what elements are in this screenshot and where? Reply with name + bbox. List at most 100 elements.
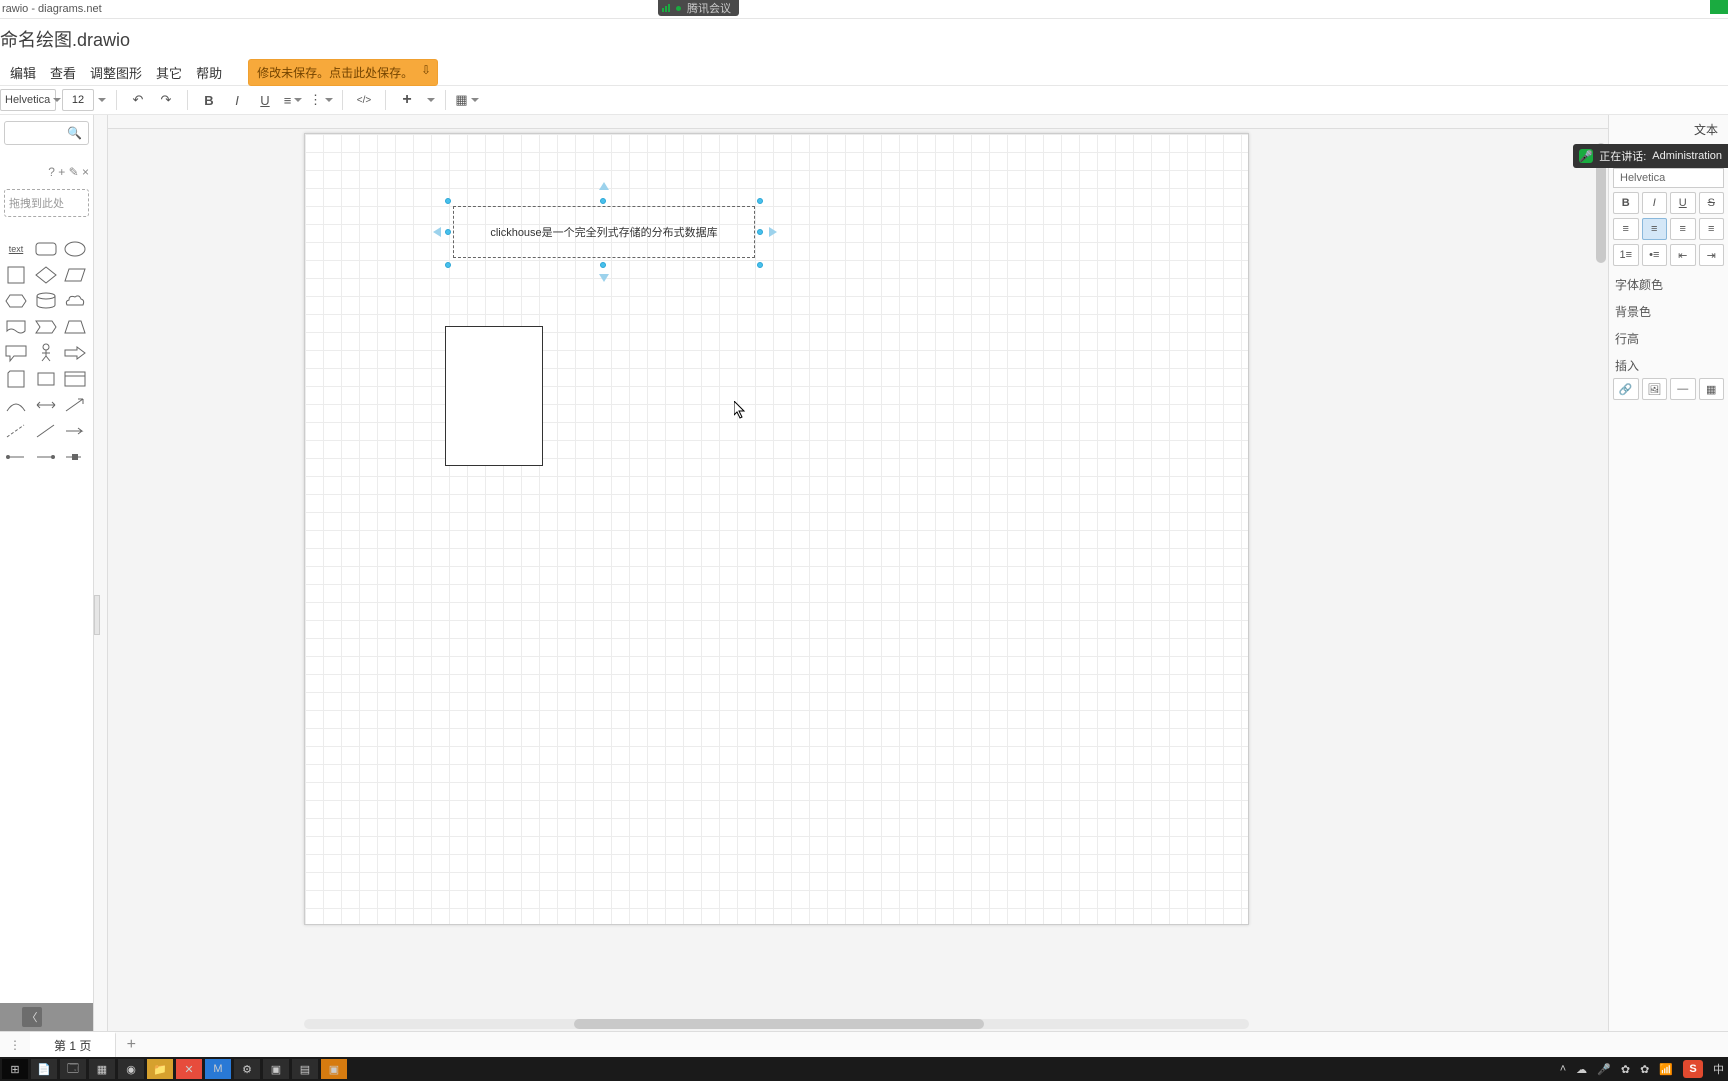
selection-handle[interactable]	[445, 229, 451, 235]
shape-hexagon[interactable]	[4, 291, 28, 311]
tray-icon[interactable]: ✿	[1621, 1063, 1630, 1076]
ordered-list-button[interactable]: 1≡	[1613, 244, 1639, 266]
shape-dashed-line[interactable]	[4, 421, 28, 441]
font-color-label[interactable]: 字体颜色	[1615, 276, 1724, 293]
font-family-select-right[interactable]: Helvetica	[1613, 168, 1724, 188]
canvas-area[interactable]: clickhouse是一个完全列式存储的分布式数据库	[94, 115, 1608, 1031]
underline-button[interactable]: U	[254, 89, 276, 111]
list-button[interactable]: ⋮	[310, 89, 332, 111]
connect-arrow-left-icon[interactable]	[433, 227, 441, 237]
add-caret-icon[interactable]	[427, 98, 435, 102]
add-button[interactable]: +	[396, 89, 418, 111]
shape-curve[interactable]	[4, 395, 28, 415]
undo-button[interactable]: ↶	[127, 89, 149, 111]
shape-document[interactable]	[4, 317, 28, 337]
selection-handle[interactable]	[600, 198, 606, 204]
italic-button-right[interactable]: I	[1642, 192, 1668, 214]
shape-arrow-right[interactable]	[63, 421, 87, 441]
shape-ellipse[interactable]	[63, 239, 87, 259]
tray-icon[interactable]: ☁	[1576, 1063, 1587, 1076]
bold-button-right[interactable]: B	[1613, 192, 1639, 214]
selection-handle[interactable]	[757, 229, 763, 235]
taskbar-app[interactable]: ▣	[263, 1059, 289, 1079]
menu-format[interactable]: 调整图形	[90, 63, 142, 82]
scroll-thumb[interactable]	[574, 1019, 984, 1029]
panel-collapse-handle[interactable]	[94, 595, 100, 635]
shape-trapezoid[interactable]	[63, 317, 87, 337]
bg-color-label[interactable]: 背景色	[1615, 303, 1724, 320]
taskbar-app[interactable]: ▤	[292, 1059, 318, 1079]
scratchpad-dropzone[interactable]: 拖拽到此处	[4, 189, 89, 217]
taskbar-app[interactable]: 🗔	[60, 1059, 86, 1079]
taskbar-app[interactable]: ⚙	[234, 1059, 260, 1079]
menu-help[interactable]: 帮助	[196, 63, 222, 82]
menu-view[interactable]: 查看	[50, 63, 76, 82]
start-button[interactable]: ⊞	[2, 1059, 28, 1079]
collapse-shapes-button[interactable]: 〈	[22, 1007, 42, 1027]
shape-step[interactable]	[34, 317, 58, 337]
align-button[interactable]: ≡	[282, 89, 304, 111]
taskbar-app[interactable]: ▦	[89, 1059, 115, 1079]
unordered-list-button[interactable]: •≡	[1642, 244, 1668, 266]
download-icon[interactable]: ⇩	[421, 63, 431, 77]
shape-text[interactable]: text	[4, 239, 28, 259]
align-justify-button[interactable]: ≡	[1699, 218, 1725, 240]
italic-button[interactable]: I	[226, 89, 248, 111]
underline-button-right[interactable]: U	[1670, 192, 1696, 214]
taskbar-app[interactable]: ▣	[321, 1059, 347, 1079]
canvas-page[interactable]: clickhouse是一个完全列式存储的分布式数据库	[304, 133, 1249, 925]
text-shape-selected[interactable]: clickhouse是一个完全列式存储的分布式数据库	[453, 206, 755, 258]
shapes-search-input[interactable]: 🔍	[4, 121, 89, 145]
speaking-notification[interactable]: 🎤 正在讲话: Administration	[1573, 144, 1728, 168]
insert-image-button[interactable]: 🖼	[1642, 378, 1668, 400]
add-page-button[interactable]: +	[116, 1036, 146, 1054]
bold-button[interactable]: B	[198, 89, 220, 111]
shape-cylinder[interactable]	[34, 291, 58, 311]
pages-menu-button[interactable]: ⋮	[0, 1038, 30, 1052]
format-tab-text[interactable]: 文本	[1613, 119, 1724, 140]
rectangle-shape[interactable]	[445, 326, 543, 466]
shape-rect-plain[interactable]	[34, 369, 58, 389]
shape-container[interactable]	[63, 369, 87, 389]
shape-actor[interactable]	[34, 343, 58, 363]
insert-link-button[interactable]: 🔗	[1613, 378, 1639, 400]
shape-parallelogram[interactable]	[63, 265, 87, 285]
shape-cloud[interactable]	[63, 291, 87, 311]
ime-indicator[interactable]: 中	[1713, 1061, 1724, 1077]
menu-other[interactable]: 其它	[156, 63, 182, 82]
table-button[interactable]: ▦	[456, 89, 478, 111]
taskbar-app[interactable]: 📄	[31, 1059, 57, 1079]
shape-callout[interactable]	[4, 343, 28, 363]
page-tab-1[interactable]: 第 1 页	[30, 1032, 116, 1058]
font-size-input[interactable]: 12	[62, 89, 94, 111]
strike-button-right[interactable]: S	[1699, 192, 1725, 214]
scratchpad-header[interactable]: ? + ✎ ×	[4, 165, 89, 179]
tray-chevron-icon[interactable]: ˄	[1560, 1063, 1566, 1075]
taskbar-chrome[interactable]: ◉	[118, 1059, 144, 1079]
shape-arrow-block[interactable]	[63, 343, 87, 363]
menu-edit[interactable]: 编辑	[10, 63, 36, 82]
shape-diamond[interactable]	[34, 265, 58, 285]
ime-sogou-icon[interactable]: S	[1683, 1060, 1703, 1078]
outdent-button[interactable]: ⇤	[1670, 244, 1696, 266]
tray-icon[interactable]: ✿	[1640, 1063, 1649, 1076]
tray-mic-icon[interactable]: 🎤	[1597, 1063, 1611, 1076]
align-center-button[interactable]: ≡	[1642, 218, 1668, 240]
shape-bidirectional[interactable]	[34, 395, 58, 415]
redo-button[interactable]: ↷	[155, 89, 177, 111]
text-shape-content[interactable]: clickhouse是一个完全列式存储的分布式数据库	[490, 224, 717, 240]
html-button[interactable]: </>	[353, 89, 375, 111]
vertical-scrollbar[interactable]	[1596, 133, 1606, 633]
shape-connector-1[interactable]	[4, 447, 28, 467]
shape-connector-2[interactable]	[34, 447, 58, 467]
selection-handle[interactable]	[757, 262, 763, 268]
connect-arrow-right-icon[interactable]	[769, 227, 777, 237]
shape-connector-3[interactable]	[63, 447, 87, 467]
shape-line-arrow[interactable]	[63, 395, 87, 415]
horizontal-scrollbar[interactable]	[304, 1019, 1249, 1029]
selection-handle[interactable]	[757, 198, 763, 204]
connect-arrow-up-icon[interactable]	[599, 182, 609, 190]
shape-square[interactable]	[4, 265, 28, 285]
selection-handle[interactable]	[445, 198, 451, 204]
taskbar-app[interactable]: M	[205, 1059, 231, 1079]
